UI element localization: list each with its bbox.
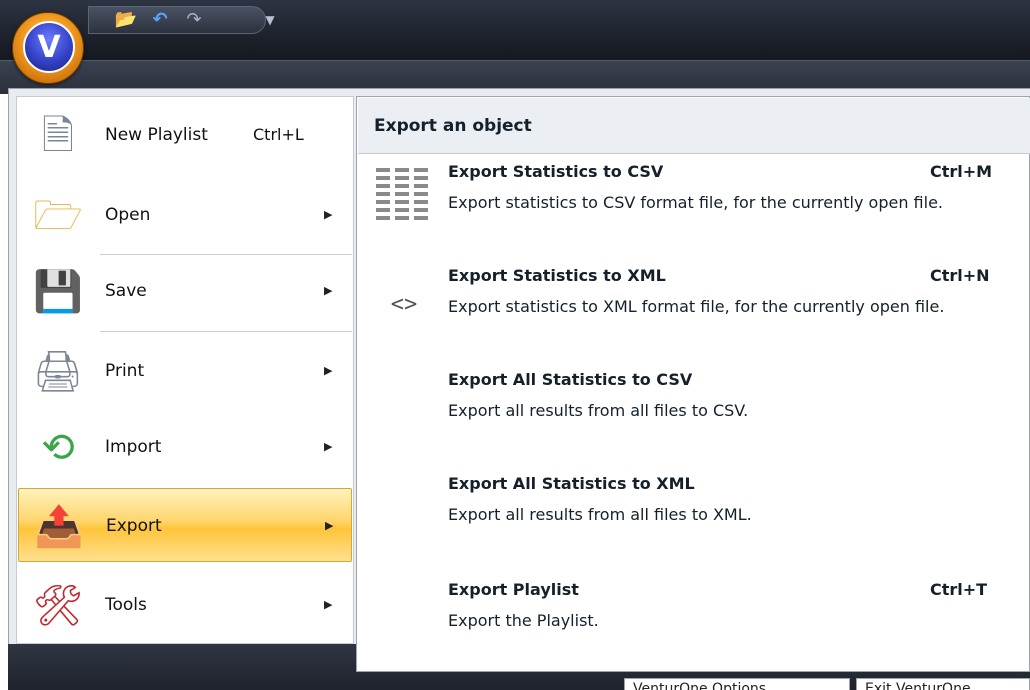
- xml-brackets-icon: <>: [390, 292, 418, 317]
- exit-button[interactable]: Exit VenturOne: [856, 678, 1030, 690]
- printer-icon: 🖨: [32, 349, 84, 395]
- menu-item-save[interactable]: 💾 Save ▶: [18, 254, 352, 328]
- menu-item-open[interactable]: 🗁 Open ▶: [18, 178, 352, 252]
- export-statistics-csv-item[interactable]: Export Statistics to CSV Ctrl+M Export s…: [358, 160, 1030, 252]
- undo-icon[interactable]: ↶: [145, 8, 175, 32]
- submenu-arrow-icon: ▶: [325, 519, 334, 532]
- new-playlist-icon: 🗎: [41, 113, 75, 159]
- sub-item-description: Export all results from all files to CSV…: [448, 401, 749, 420]
- sub-item-title: Export All Statistics to CSV: [448, 370, 693, 389]
- submenu-header-title: Export an object: [374, 116, 532, 136]
- menu-item-shortcut: Ctrl+L: [253, 125, 304, 144]
- customize-dropdown-icon[interactable]: ▼: [260, 10, 280, 30]
- menu-item-label: Print: [105, 361, 145, 381]
- sub-item-description: Export statistics to CSV format file, fo…: [448, 193, 943, 212]
- quick-access-toolbar: 📂 ↶ ↷: [88, 6, 266, 34]
- menu-item-import[interactable]: ⟲ Import ▶: [18, 410, 352, 484]
- sub-item-description: Export all results from all files to XML…: [448, 505, 752, 524]
- sub-item-description: Export statistics to XML format file, fo…: [448, 297, 945, 316]
- submenu-arrow-icon: ▶: [324, 284, 333, 297]
- sub-item-description: Export the Playlist.: [448, 611, 599, 630]
- export-icon: 📤: [34, 504, 84, 550]
- submenu-header: Export an object: [358, 98, 1030, 154]
- sub-item-title: Export Statistics to CSV: [448, 162, 664, 181]
- app-orb-logo: V: [23, 21, 75, 73]
- menu-item-label: Save: [105, 281, 147, 301]
- open-folder-icon[interactable]: 📂: [111, 8, 141, 32]
- redo-icon[interactable]: ↷: [179, 8, 209, 32]
- application-orb-button[interactable]: V: [12, 12, 84, 84]
- folder-icon: 🗁: [33, 193, 83, 239]
- export-all-statistics-xml-item[interactable]: Export All Statistics to XML Export all …: [358, 472, 1030, 542]
- menu-item-label: Import: [105, 437, 162, 457]
- export-all-statistics-csv-item[interactable]: Export All Statistics to CSV Export all …: [358, 368, 1030, 438]
- sub-item-title: Export Statistics to XML: [448, 266, 666, 285]
- import-icon: ⟲: [41, 425, 75, 471]
- menu-separator: [100, 331, 352, 332]
- save-disk-icon: 💾: [33, 269, 83, 315]
- export-playlist-item[interactable]: Export Playlist Ctrl+T Export the Playli…: [358, 578, 1030, 648]
- sub-item-title: Export All Statistics to XML: [448, 474, 695, 493]
- sub-item-title: Export Playlist: [448, 580, 579, 599]
- menu-item-tools[interactable]: 🛠 Tools ▶: [18, 568, 352, 642]
- menu-item-label: Tools: [105, 595, 147, 615]
- submenu-arrow-icon: ▶: [324, 598, 333, 611]
- submenu-arrow-icon: ▶: [324, 440, 333, 453]
- submenu-arrow-icon: ▶: [324, 208, 333, 221]
- submenu-arrow-icon: ▶: [324, 364, 333, 377]
- export-statistics-xml-item[interactable]: <> Export Statistics to XML Ctrl+N Expor…: [358, 264, 1030, 356]
- sub-item-shortcut: Ctrl+T: [930, 580, 988, 599]
- menu-item-label: New Playlist: [105, 125, 208, 145]
- sub-item-shortcut: Ctrl+M: [930, 162, 993, 181]
- menu-item-label: Open: [105, 205, 151, 225]
- menu-item-new-playlist[interactable]: 🗎 New Playlist Ctrl+L: [18, 98, 352, 172]
- options-button[interactable]: VenturOne Options: [624, 678, 850, 690]
- menu-item-export[interactable]: 📤 Export ▶: [18, 488, 352, 562]
- sub-item-shortcut: Ctrl+N: [930, 266, 990, 285]
- menu-item-label: Export: [106, 516, 162, 536]
- tools-icon: 🛠: [32, 583, 84, 629]
- menu-item-print[interactable]: 🖨 Print ▶: [18, 334, 352, 408]
